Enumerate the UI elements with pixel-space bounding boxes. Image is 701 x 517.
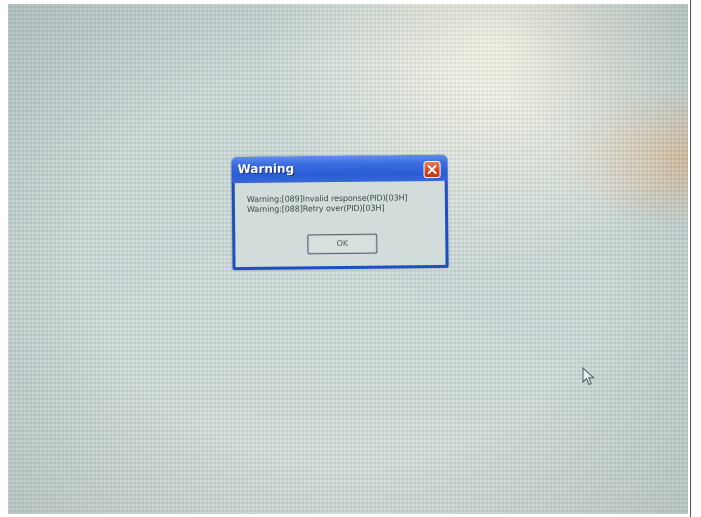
dialog-title: Warning [237, 161, 295, 177]
warning-dialog: Warning Warning:[089]Invalid response(PI… [231, 154, 449, 271]
ok-button[interactable]: OK [307, 233, 378, 255]
dialog-titlebar[interactable]: Warning [231, 154, 448, 184]
warning-message-2: Warning:[088]Retry over(PID)[03H] [246, 203, 385, 214]
close-button[interactable] [423, 160, 441, 179]
warning-message-1: Warning:[089]Invalid response(PID)[03H] [246, 193, 408, 204]
close-icon [427, 164, 437, 175]
bezel-edge [690, 0, 691, 517]
dialog-body: Warning:[089]Invalid response(PID)[03H] … [234, 180, 446, 268]
mouse-pointer-icon [582, 367, 595, 386]
